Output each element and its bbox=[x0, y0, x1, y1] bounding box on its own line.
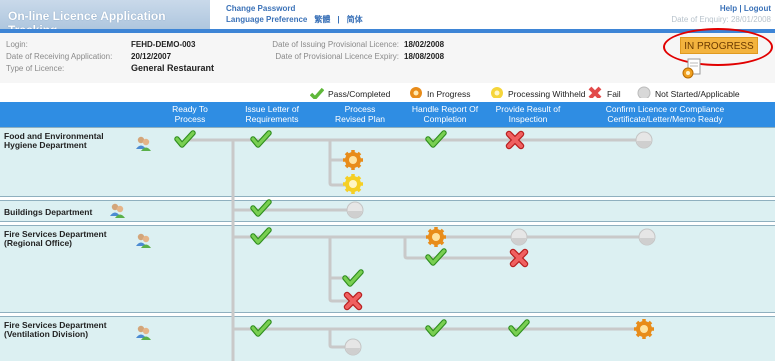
buildings-contact-icon bbox=[110, 203, 125, 218]
fsd-ventilation-revised-dot-icon bbox=[344, 338, 362, 356]
fehd-contact-icon bbox=[136, 136, 151, 151]
fehd-confirm-dot-icon bbox=[635, 131, 653, 149]
fsd-ventilation-contact-icon bbox=[136, 325, 151, 340]
fehd-issue-check-icon bbox=[253, 133, 269, 145]
fsd-regional-result-cross-icon bbox=[513, 252, 525, 264]
fehd-ready-check-icon bbox=[177, 133, 193, 145]
fsd-ventilation-confirm-gear-icon bbox=[632, 317, 656, 341]
fsd-regional-result-dot-icon bbox=[510, 228, 528, 246]
fsd-regional-issue-check-icon bbox=[253, 230, 269, 242]
fsd-regional-report-check-icon bbox=[428, 251, 444, 263]
buildings-revised-plan-dot-icon bbox=[346, 201, 364, 219]
fehd-revised-plan-gear-icon bbox=[341, 148, 365, 172]
fsd-regional-report-gear-icon bbox=[424, 225, 448, 249]
fehd-report-check-icon bbox=[428, 133, 444, 145]
fsd-ventilation-result-check-icon bbox=[511, 322, 527, 334]
fsd-regional-revised-check-icon bbox=[345, 272, 361, 284]
fsd-ventilation-issue-check-icon bbox=[253, 322, 269, 334]
fsd-ventilation-report-check-icon bbox=[428, 322, 444, 334]
fsd-regional-contact-icon bbox=[136, 233, 151, 248]
fehd-revised-plan-withheld-icon bbox=[341, 172, 365, 196]
fsd-regional-confirm-dot-icon bbox=[638, 228, 656, 246]
workflow-diagram bbox=[110, 0, 656, 361]
buildings-issue-check-icon bbox=[253, 202, 269, 214]
fehd-result-cross-icon bbox=[509, 134, 521, 146]
fsd-regional-revised-cross-icon bbox=[347, 295, 359, 307]
